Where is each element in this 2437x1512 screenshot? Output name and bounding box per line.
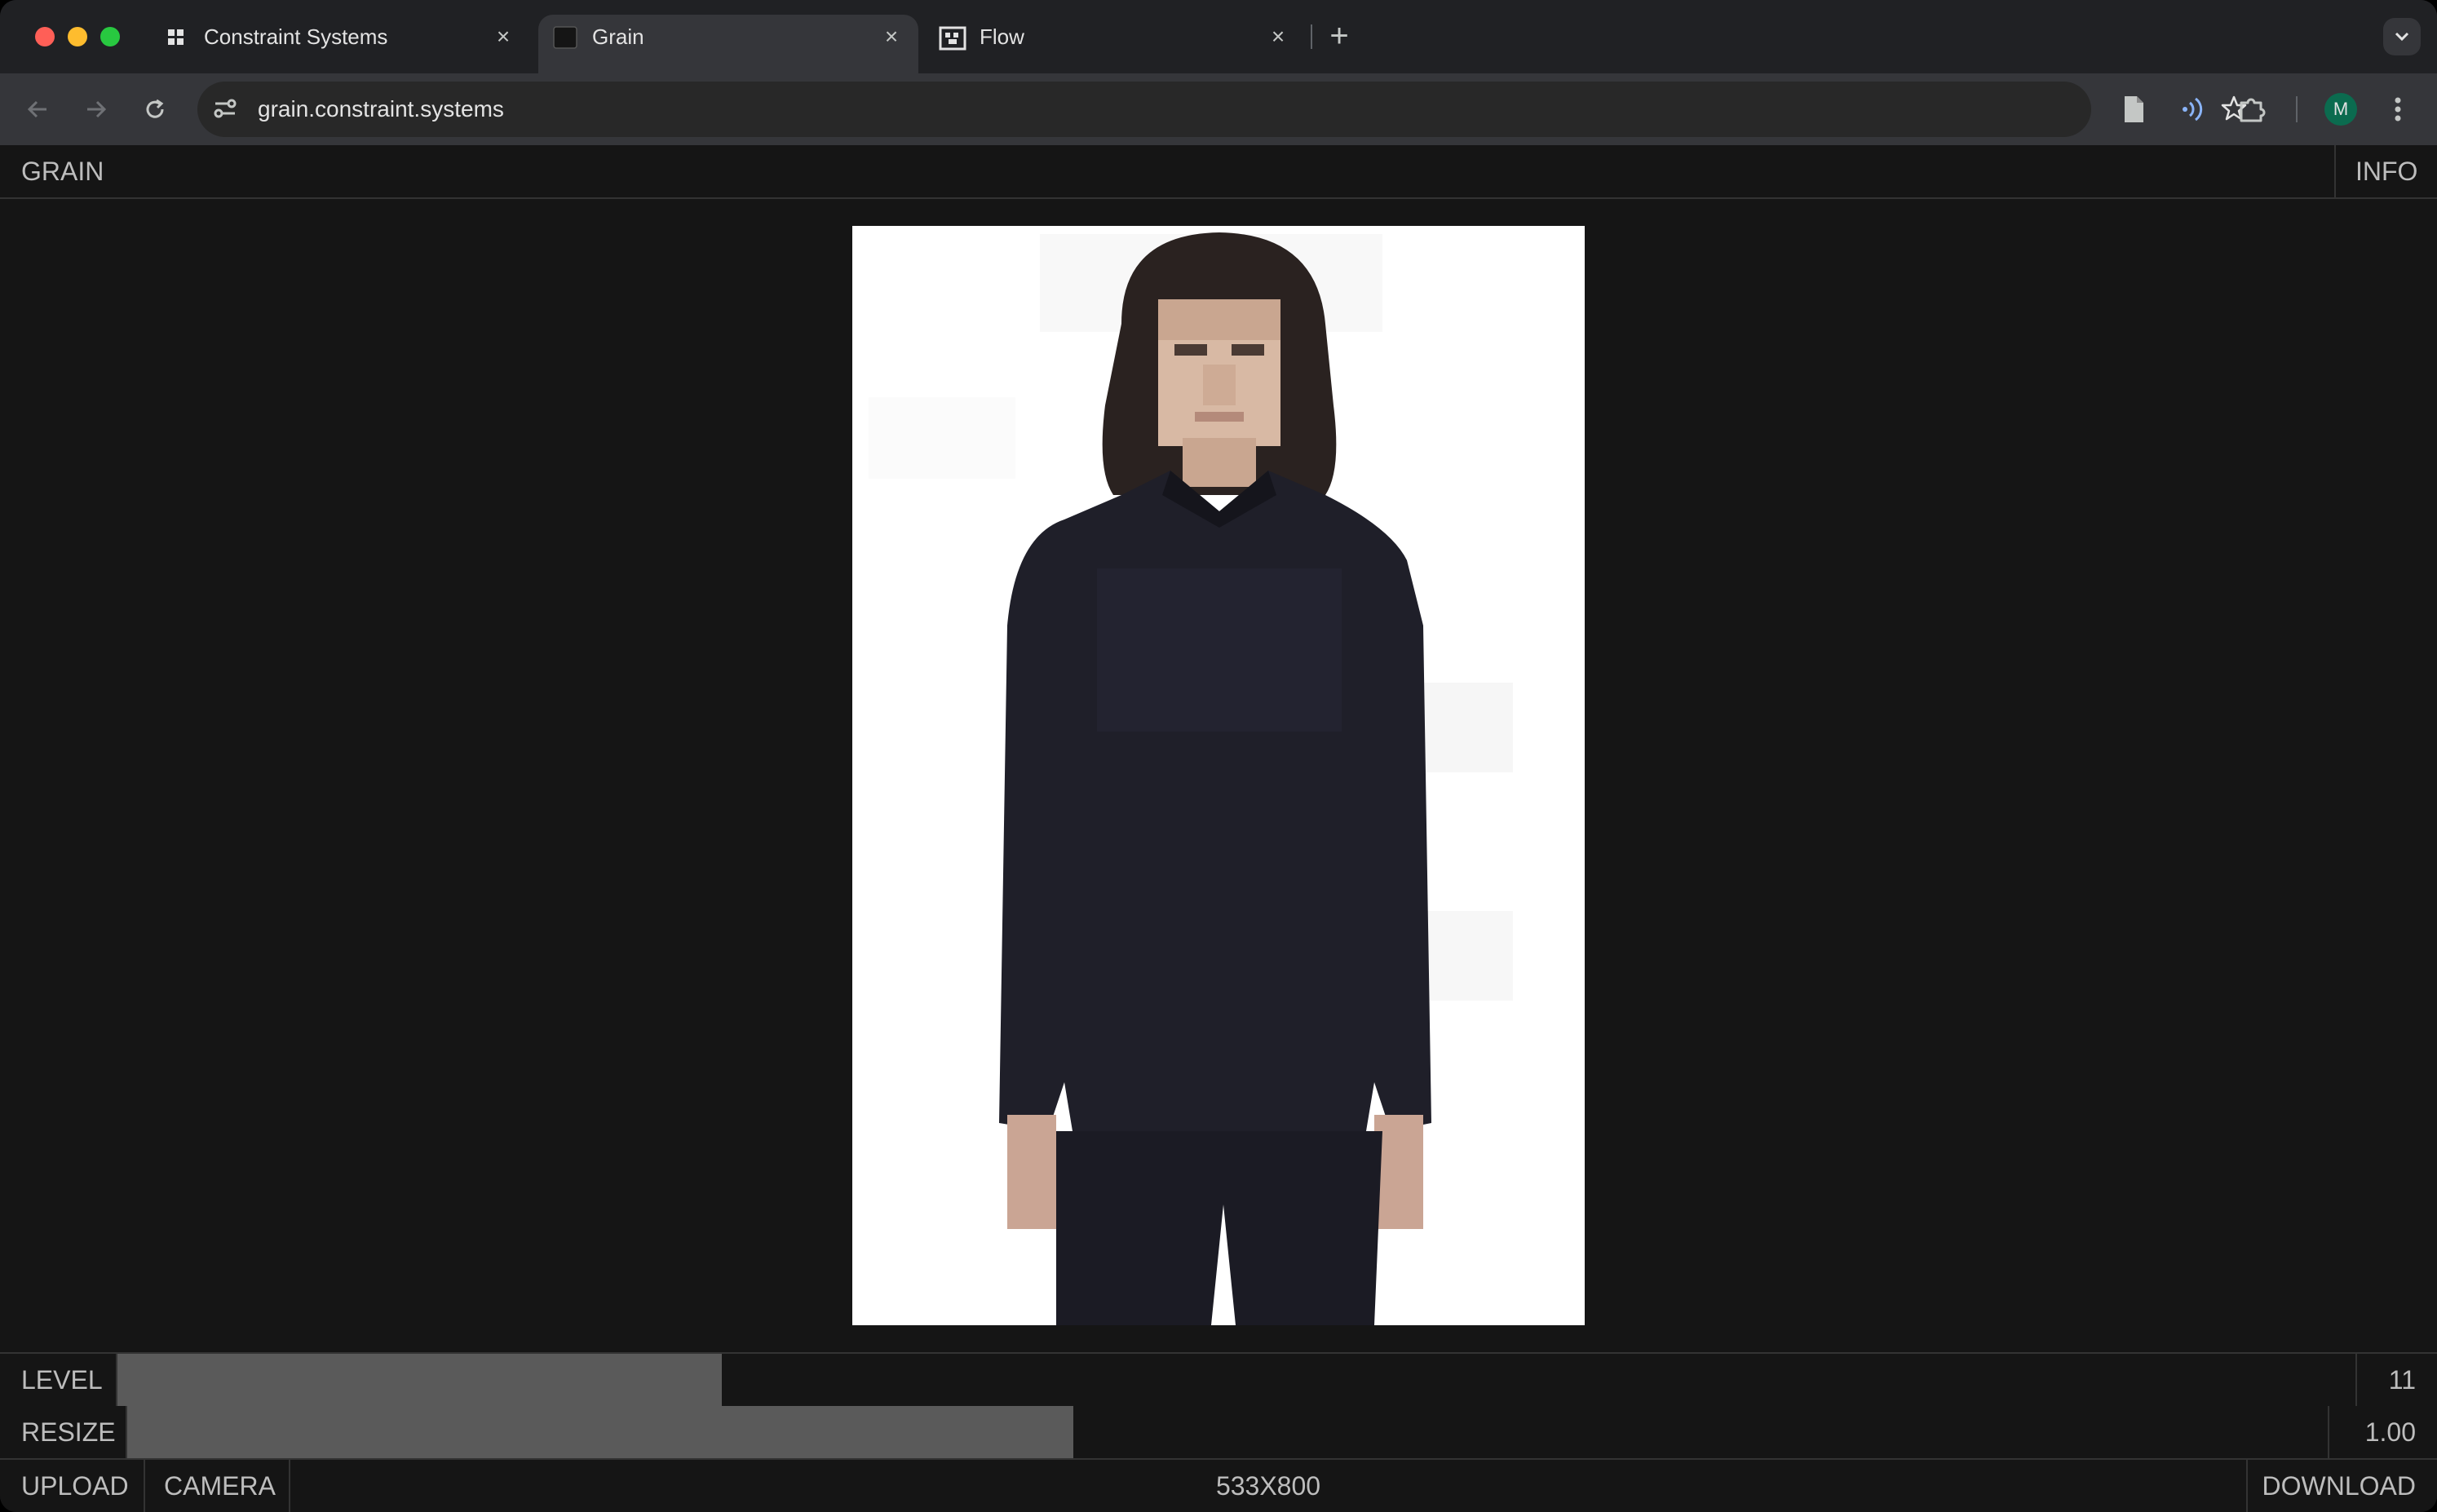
kebab-menu-icon[interactable] [2390, 93, 2406, 130]
minimize-window-button[interactable] [68, 27, 87, 46]
app-title: GRAIN [21, 157, 104, 186]
dark-square-icon [553, 26, 577, 49]
new-tab-button[interactable]: + [1321, 18, 1357, 54]
level-value-divider [2355, 1354, 2357, 1406]
level-slider[interactable] [117, 1354, 2355, 1406]
tab-strip: Constraint Systems × Grain × Flow × + [0, 0, 2437, 82]
back-button[interactable] [18, 90, 57, 129]
tab-grain[interactable]: Grain × [538, 0, 918, 73]
arrow-left-icon [27, 100, 46, 118]
extensions-puzzle-icon[interactable] [2236, 93, 2269, 130]
audio-cast-icon[interactable] [2178, 93, 2210, 130]
chevron-down-icon [2394, 29, 2410, 48]
browser-window: Constraint Systems × Grain × Flow × + gr… [0, 0, 2437, 1512]
resize-slider[interactable] [127, 1406, 2328, 1458]
grid-icon [166, 26, 191, 49]
address-bar[interactable]: grain.constraint.systems [197, 82, 2247, 137]
tab-divider [1311, 24, 1312, 49]
level-label: LEVEL [21, 1365, 103, 1395]
tab-title: Flow [980, 24, 1024, 49]
close-window-button[interactable] [35, 27, 55, 46]
image-canvas[interactable] [852, 226, 1585, 1325]
close-tab-icon[interactable]: × [1264, 23, 1292, 51]
tab-title: Grain [592, 24, 644, 49]
camera-divider [289, 1460, 290, 1512]
app-header: GRAIN INFO [0, 145, 2437, 199]
download-divider [2246, 1460, 2248, 1512]
level-control: LEVEL 11 [0, 1352, 2437, 1408]
level-value: 11 [2388, 1365, 2416, 1395]
arrow-right-icon [87, 100, 107, 118]
pixelated-portrait-image [869, 232, 1513, 1325]
resize-control: RESIZE 1.00 [0, 1406, 2437, 1460]
forward-button[interactable] [77, 90, 116, 129]
site-settings-icon[interactable] [212, 95, 238, 126]
close-tab-icon[interactable]: × [878, 23, 905, 51]
url-text[interactable]: grain.constraint.systems [258, 96, 504, 122]
browser-toolbar: grain.constraint.systems M [0, 73, 2437, 145]
document-icon[interactable] [2121, 95, 2147, 128]
resize-value-divider [2328, 1406, 2329, 1458]
image-dimensions: 533X800 [1215, 1471, 1321, 1501]
resize-value: 1.00 [2364, 1417, 2416, 1447]
pixel-logo-icon [939, 26, 966, 51]
tab-title: Constraint Systems [204, 24, 388, 49]
download-button[interactable]: DOWNLOAD [2262, 1460, 2416, 1512]
profile-initial: M [2333, 99, 2349, 119]
close-tab-icon[interactable]: × [489, 23, 517, 51]
reload-icon [146, 99, 164, 118]
toolbar-divider [2296, 96, 2298, 122]
level-slider-fill [117, 1354, 722, 1406]
tab-flow[interactable]: Flow × [930, 0, 1305, 73]
action-bar: UPLOAD CAMERA 533X800 DOWNLOAD [0, 1460, 2437, 1512]
grain-app: GRAIN INFO LEVEL 11 RESIZE 1.00 UPLOAD C… [0, 145, 2437, 1512]
camera-button[interactable]: CAMERA [164, 1460, 276, 1512]
tab-constraint-systems[interactable]: Constraint Systems × [155, 0, 530, 73]
reload-button[interactable] [135, 90, 175, 129]
header-divider [2334, 145, 2336, 197]
resize-slider-fill [127, 1406, 1073, 1458]
maximize-window-button[interactable] [100, 27, 120, 46]
upload-button[interactable]: UPLOAD [21, 1460, 129, 1512]
resize-label: RESIZE [21, 1417, 116, 1447]
info-button[interactable]: INFO [2355, 145, 2417, 197]
upload-divider [144, 1460, 145, 1512]
tab-search-button[interactable] [2383, 18, 2421, 55]
profile-avatar[interactable]: M [2324, 93, 2357, 126]
